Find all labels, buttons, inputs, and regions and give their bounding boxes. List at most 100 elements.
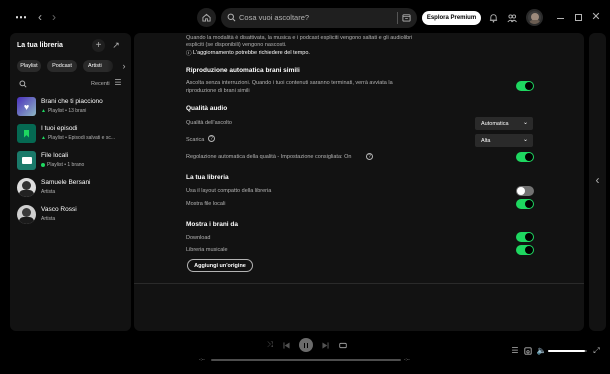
search-input[interactable]: Cosa vuoi ascoltare?	[239, 13, 309, 22]
search-bar[interactable]: Cosa vuoi ascoltare?	[221, 8, 417, 28]
connect-device-icon[interactable]	[524, 347, 532, 355]
queue-icon[interactable]: ☰	[511, 347, 519, 355]
item-subtitle: ▲ Playlist • 13 brani	[41, 108, 87, 114]
chevron-down-icon: ⌄	[522, 120, 528, 126]
player-bar: ⤨ -:-- -:-- ☰ 🔈 ⤢	[0, 334, 610, 374]
info-icon: ⓘ	[186, 51, 192, 57]
home-button[interactable]	[197, 8, 216, 27]
bookmark-icon	[24, 129, 29, 138]
browse-icon[interactable]	[402, 13, 411, 22]
list-item[interactable]: ♥ Brani che ti piacciono ▲ Playlist • 13 …	[14, 94, 131, 120]
explore-premium-button[interactable]: Esplora Premium	[422, 11, 481, 25]
home-icon	[202, 13, 211, 22]
friends-activity-icon[interactable]	[507, 13, 517, 23]
chip-scroll-right-icon[interactable]: ›	[120, 61, 128, 71]
streaming-quality-value: Automatica	[481, 120, 509, 127]
list-item[interactable]: Vasco Rossi Artista	[14, 202, 131, 228]
pin-icon: ▲	[41, 108, 46, 114]
liked-songs-cover: ♥	[17, 97, 36, 116]
progress-bar[interactable]	[211, 359, 401, 361]
elapsed-time: -:--	[199, 357, 205, 362]
volume-bar[interactable]	[548, 350, 587, 352]
close-icon[interactable]: ✕	[591, 11, 601, 23]
explicit-description-line2: espliciti (se disponibili) vengono nasco…	[186, 42, 287, 48]
volume-fill	[548, 350, 586, 352]
heart-icon: ♥	[23, 101, 30, 112]
local-files-cover	[17, 151, 36, 170]
item-name: I tuoi episodi	[41, 125, 78, 132]
download-quality-label: Scarica	[186, 137, 205, 143]
more-dots-icon[interactable]: ⋯	[14, 11, 28, 23]
previous-icon[interactable]	[283, 342, 290, 349]
total-time: -:--	[404, 357, 410, 362]
item-subtitle: Playlist • 1 brano	[41, 162, 84, 168]
download-source-label: Download	[186, 235, 211, 241]
list-item[interactable]: File locali Playlist • 1 brano	[14, 148, 131, 174]
chevron-down-icon: ⌄	[522, 137, 528, 143]
download-quality-value: Alta	[481, 137, 491, 144]
download-source-toggle[interactable]	[516, 232, 534, 242]
local-files-toggle[interactable]	[516, 199, 534, 209]
item-name: File locali	[41, 152, 69, 159]
compact-layout-toggle[interactable]	[516, 186, 534, 196]
fullscreen-icon[interactable]: ⤢	[592, 346, 601, 355]
autoplay-toggle[interactable]	[516, 81, 534, 91]
item-subtitle: Artista	[41, 216, 56, 222]
right-panel-collapsed: ‹	[589, 33, 606, 331]
pin-icon: ▲	[41, 135, 46, 141]
item-name: Brani che ti piacciono	[41, 98, 103, 105]
maximize-icon[interactable]	[573, 12, 583, 22]
library-heading: La tua libreria	[186, 174, 229, 181]
repeat-icon[interactable]	[339, 342, 347, 349]
play-button[interactable]	[299, 338, 313, 352]
avatar[interactable]	[526, 9, 543, 26]
next-icon[interactable]	[322, 342, 329, 349]
compact-layout-label: Usa il layout compatto della libreria	[186, 188, 272, 194]
expand-arrow-icon[interactable]: ↗	[111, 40, 121, 50]
minimize-icon[interactable]	[555, 13, 565, 23]
shuffle-icon[interactable]: ⤨	[266, 341, 274, 349]
streaming-quality-label: Qualità dell'ascolto	[186, 120, 232, 126]
item-name: Samuele Bersani	[41, 179, 91, 186]
sort-label[interactable]: Recenti	[91, 81, 110, 87]
list-item[interactable]: Samuele Bersani Artista	[14, 175, 131, 201]
music-library-toggle[interactable]	[516, 245, 534, 255]
help-icon[interactable]: ?	[208, 135, 215, 142]
item-subtitle: Artista	[41, 189, 56, 195]
add-icon[interactable]: +	[92, 39, 105, 52]
search-icon	[227, 13, 236, 22]
list-view-icon[interactable]: ☰	[114, 79, 122, 87]
item-name: Vasco Rossi	[41, 206, 77, 213]
audio-quality-heading: Qualità audio	[186, 105, 228, 112]
help-icon[interactable]: ?	[366, 153, 373, 160]
streaming-quality-dropdown[interactable]: Automatica ⌄	[475, 117, 533, 130]
chip-fade	[107, 59, 119, 73]
library-sidebar: La tua libreria + ↗ Playlist Podcast Art…	[10, 33, 131, 331]
settings-panel: Quando la modalità è disattivata, la mus…	[134, 33, 584, 331]
forward-arrow-icon[interactable]: ›	[49, 11, 59, 23]
explicit-description-line1: Quando la modalità è disattivata, la mus…	[186, 35, 413, 41]
download-dot-icon	[41, 163, 45, 167]
filter-chip-podcast[interactable]: Podcast	[47, 60, 77, 72]
expand-panel-icon[interactable]: ‹	[593, 174, 602, 186]
auto-adjust-quality-toggle[interactable]	[516, 152, 534, 162]
music-library-label: Libreria musicale	[186, 247, 228, 253]
download-quality-dropdown[interactable]: Alta ⌄	[475, 134, 533, 147]
top-bar: ⋯ ‹ › Cosa vuoi ascoltare? Esplora Premi…	[0, 0, 610, 33]
volume-icon[interactable]: 🔈	[537, 346, 547, 355]
artist-avatar	[17, 178, 36, 197]
filter-chip-playlist[interactable]: Playlist	[17, 60, 41, 72]
library-title[interactable]: La tua libreria	[17, 42, 63, 49]
autoplay-description-line1: Ascolta senza interruzioni. Quando i tuo…	[186, 80, 393, 86]
autoplay-description-line2: riproduzione di brani simili	[186, 88, 250, 94]
explicit-note: L'aggiornamento potrebbe richiedere del …	[193, 50, 310, 56]
bell-icon[interactable]	[489, 13, 498, 23]
section-divider	[134, 283, 584, 284]
add-source-button[interactable]: Aggiungi un'origine	[187, 259, 253, 272]
folder-icon	[21, 157, 32, 164]
spotify-window: ⋯ ‹ › Cosa vuoi ascoltare? Esplora Premi…	[0, 0, 610, 374]
list-item[interactable]: I tuoi episodi ▲ Playlist • Episodi salva…	[14, 121, 131, 147]
show-songs-heading: Mostra i brani da	[186, 221, 239, 228]
library-search-icon[interactable]	[19, 80, 27, 88]
back-arrow-icon[interactable]: ‹	[35, 11, 45, 23]
